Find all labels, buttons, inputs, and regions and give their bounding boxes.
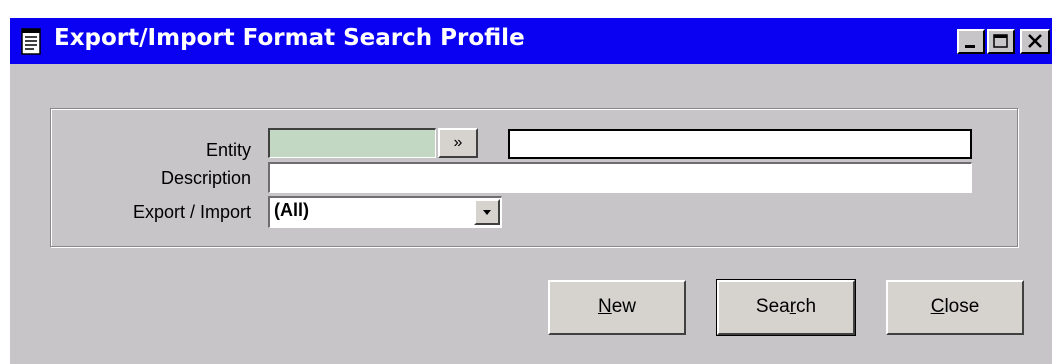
entity-code-field[interactable] [268, 128, 436, 158]
minimize-button[interactable] [957, 29, 985, 54]
maximize-button[interactable] [987, 29, 1015, 54]
entity-lookup-button[interactable]: » [438, 128, 478, 158]
description-field[interactable] [268, 162, 972, 193]
title-bar[interactable]: Export/Import Format Search Profile [10, 18, 1052, 64]
search-button[interactable]: Search [716, 279, 856, 336]
description-label: Description [160, 168, 251, 188]
entity-name-field[interactable] [508, 129, 972, 159]
window-title: Export/Import Format Search Profile [54, 25, 525, 51]
new-button[interactable]: New [548, 280, 686, 335]
export-import-select[interactable]: (All) [268, 196, 502, 228]
document-icon [20, 26, 44, 56]
chevron-down-icon [483, 210, 491, 215]
dropdown-button[interactable] [474, 199, 500, 225]
search-profile-window: Export/Import Format Search Profile Enti… [10, 18, 1052, 364]
entity-label: Entity [205, 140, 251, 160]
lookup-chevron-icon: » [453, 134, 463, 151]
maximize-icon [993, 34, 1008, 48]
close-button[interactable]: Close [886, 280, 1024, 335]
minimize-icon [965, 45, 975, 48]
export-import-label: Export / Import [132, 202, 251, 222]
close-icon [1028, 34, 1042, 48]
close-window-button[interactable] [1020, 29, 1050, 54]
